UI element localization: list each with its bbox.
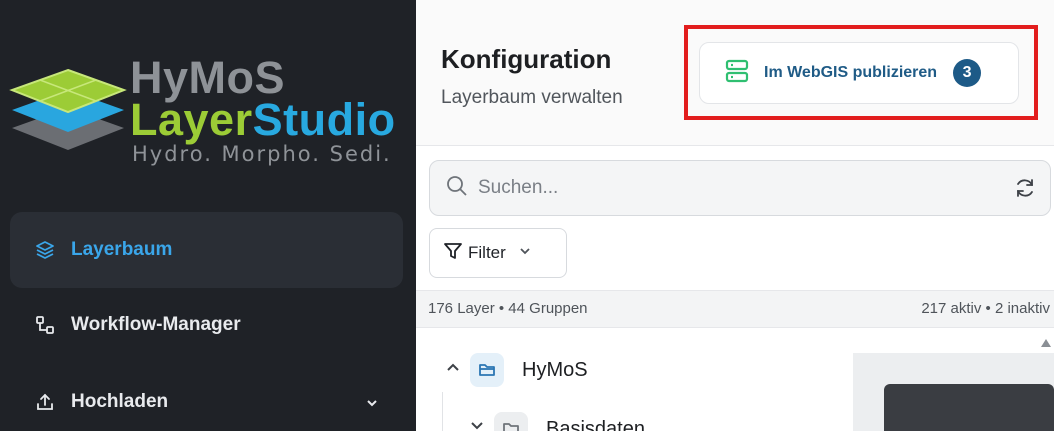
layers-logo-icon [9,68,127,150]
page-subtitle: Layerbaum verwalten [441,87,623,108]
sidebar-item-label: Hochladen [71,391,169,412]
layer-preview-panel [853,353,1054,431]
sidebar: HyMoS LayerStudio Hydro. Morpho. Sedi. L… [0,0,416,431]
logo-text-layer: Layer [130,94,253,145]
refresh-icon[interactable] [1014,177,1036,204]
layers-icon [33,238,57,262]
sidebar-item-label: Layerbaum [71,239,173,260]
upload-icon [33,390,57,414]
main-panel: Konfiguration Layerbaum verwalten Im Web… [416,0,1054,431]
tree-guide-line [442,392,443,431]
publish-webgis-button[interactable]: Im WebGIS publizieren 3 [699,42,1019,104]
app-window: HyMoS LayerStudio Hydro. Morpho. Sedi. L… [0,0,1054,431]
logo-tagline: Hydro. Morpho. Sedi. [132,142,392,166]
scroll-up-arrow-icon[interactable] [1040,335,1052,353]
publish-count-badge: 3 [953,59,982,87]
search-input[interactable]: Suchen... [429,160,1051,216]
active-count: 217 aktiv • 2 inaktiv [921,300,1050,317]
folder-open-icon [470,353,504,387]
chevron-down-icon[interactable] [468,417,486,431]
chevron-down-icon [518,243,532,263]
server-icon [724,58,750,89]
sidebar-item-workflow-manager[interactable]: Workflow-Manager [10,287,403,363]
filter-label: Filter [468,243,506,262]
app-logo[interactable]: HyMoS LayerStudio Hydro. Morpho. Sedi. [0,30,416,180]
folder-icon [494,412,528,431]
tree-node-basisdaten[interactable]: Basisdaten [468,412,645,431]
sidebar-item-hochladen[interactable]: Hochladen [10,364,403,431]
layer-count: 176 Layer • 44 Gruppen [428,300,588,317]
tree-node-hymos[interactable]: HyMoS [444,353,588,387]
search-placeholder: Suchen... [478,177,559,198]
search-icon [446,175,468,202]
filter-icon [444,242,462,265]
logo-text-studio: Studio [252,94,396,145]
publish-button-label: Im WebGIS publizieren [764,64,938,81]
layer-stats-bar: 176 Layer • 44 Gruppen 217 aktiv • 2 ina… [416,290,1054,328]
chevron-down-icon[interactable] [365,394,379,416]
workflow-icon [33,313,57,337]
page-header: Konfiguration Layerbaum verwalten Im Web… [416,0,1054,145]
tree-node-label: Basisdaten [546,417,645,431]
logo-text-layerstudio: LayerStudio [130,97,396,142]
sidebar-item-label: Workflow-Manager [71,314,241,335]
tree-node-label: HyMoS [522,358,588,381]
chevron-up-icon[interactable] [444,358,462,382]
filter-button[interactable]: Filter [429,228,567,278]
page-title: Konfiguration [441,44,612,74]
preview-thumbnail [884,384,1054,431]
sidebar-item-layerbaum[interactable]: Layerbaum [10,212,403,288]
header-divider [416,145,1054,146]
